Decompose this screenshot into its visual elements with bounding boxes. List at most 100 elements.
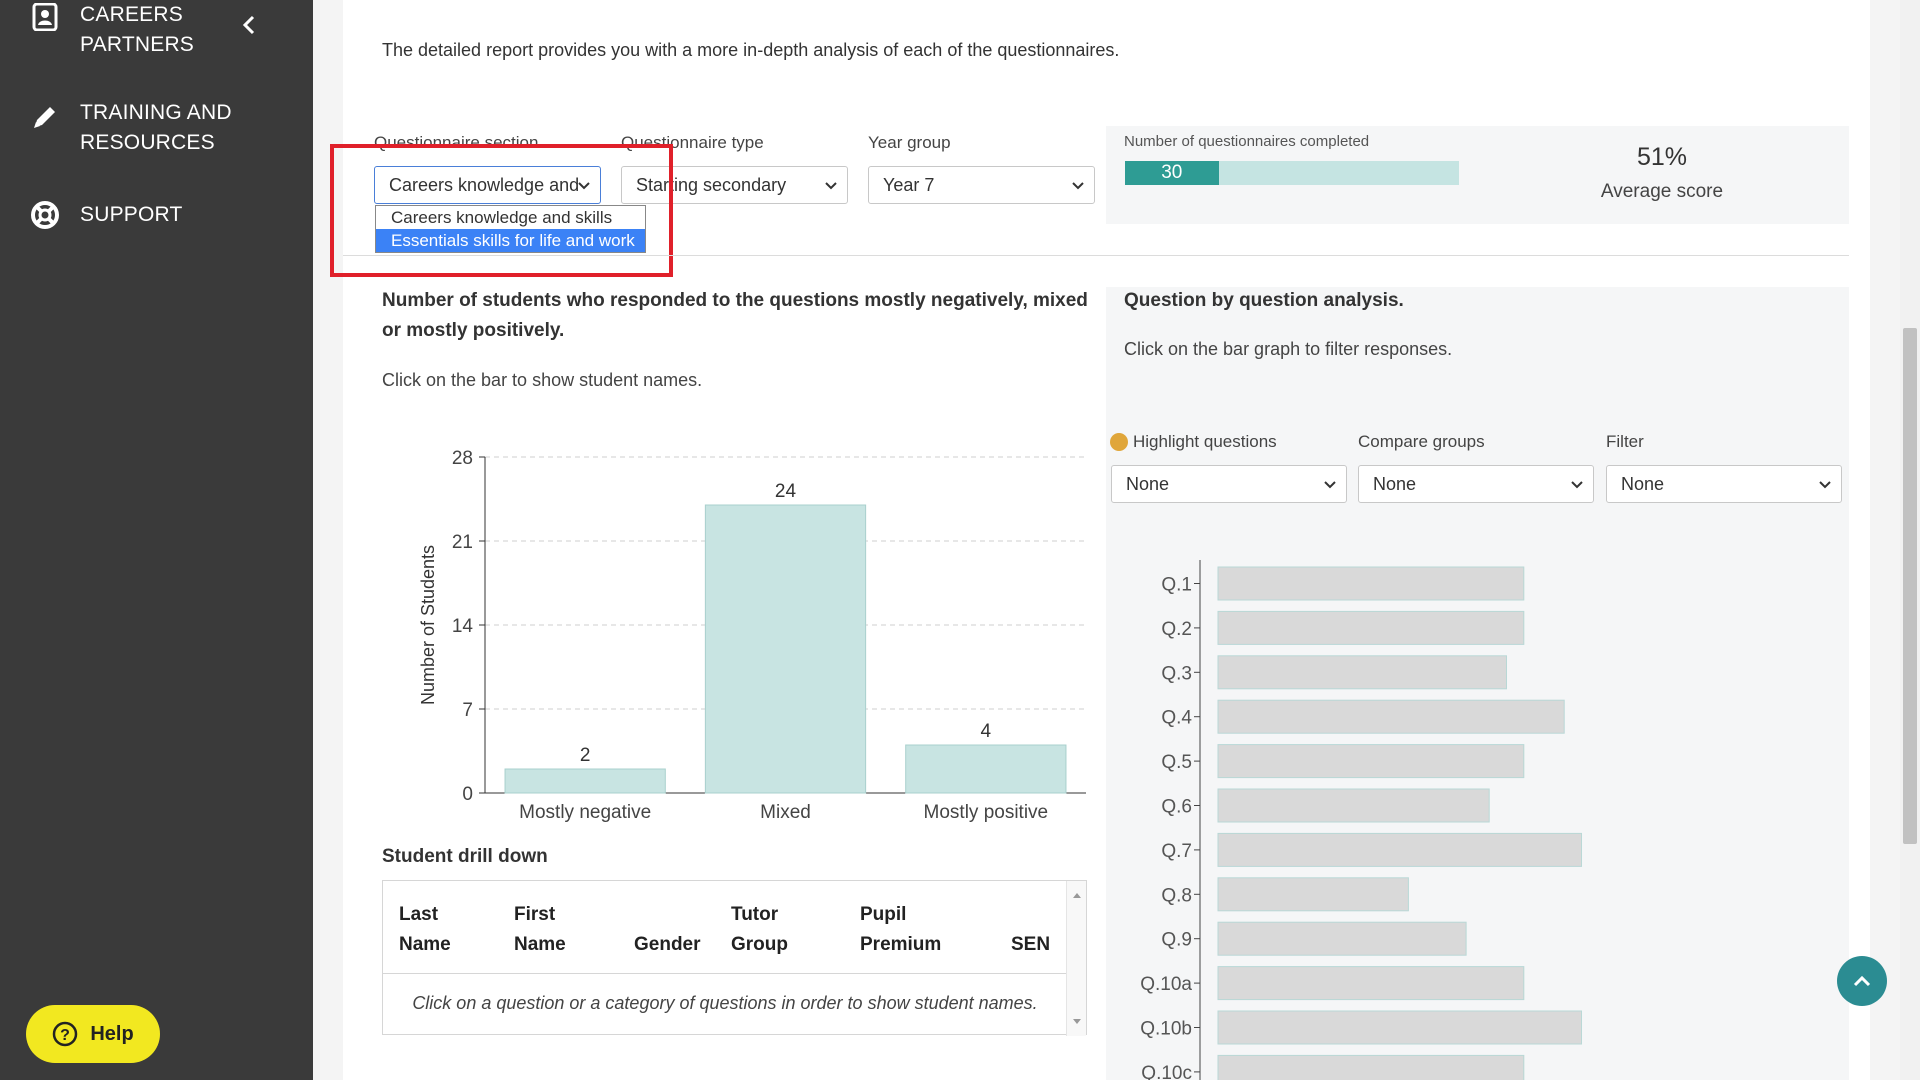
question-bar-q10c [1217,1054,1525,1080]
y-tick-label: 14 [452,616,474,637]
column-label: Gender [634,934,701,955]
column-label: Name [514,934,566,955]
filter-select[interactable]: None [1606,465,1842,503]
question-bar-q2 [1217,610,1525,645]
sidebar-item-support[interactable]: SUPPORT [0,198,313,232]
column-tutor-group[interactable]: Tutor Group [731,900,788,960]
y-tick-label: 7 [462,700,473,721]
question-label: Q.2 [1161,619,1192,640]
analysis-hint: Click on the bar graph to filter respons… [1124,339,1453,359]
column-label: Premium [860,934,942,955]
question-bar-q6 [1217,788,1490,823]
bar-data-label: 24 [775,481,797,502]
question-circle-icon: ? [53,1021,78,1047]
question-label: Q.7 [1161,841,1192,862]
column-label: Last [399,904,439,925]
bar-mostly-positive [905,744,1067,794]
sidebar-item-label: PARTNERS [80,33,195,56]
highlight-questions-select[interactable]: None [1111,465,1347,503]
select-value: None [1373,473,1417,494]
question-bar-q5 [1217,744,1525,779]
table-scrollbar[interactable] [1066,881,1086,1036]
help-button[interactable]: ? Help [26,1005,160,1063]
column-sen[interactable]: SEN [1011,930,1050,960]
select-value: Year 7 [883,174,935,195]
question-bar-q7 [1217,832,1583,867]
chevron-left-icon [242,15,255,35]
compare-groups-select[interactable]: None [1358,465,1594,503]
responses-hint: Click on the bar to show student names. [382,370,703,390]
select-value: None [1621,473,1665,494]
y-tick-label: 28 [452,448,473,469]
column-label: Pupil [860,904,907,925]
drilldown-table-header: Last Name First Name Gender Tutor Group Pup… [383,881,1067,974]
drilldown-empty-message: Click on a question or a category of que… [412,993,1038,1013]
year-group-select[interactable]: Year 7 [868,166,1095,204]
question-label: Q.1 [1161,575,1192,596]
completed-value: 30 [1161,162,1183,183]
bar-mixed [704,504,867,794]
bar-mostly-negative [504,768,666,794]
question-label: Q.5 [1161,752,1192,773]
y-tick-label: 0 [462,784,473,805]
bar-data-label: 4 [981,721,992,742]
question-label: Q.6 [1161,797,1192,818]
completed-label: Number of questionnaires completed [1124,133,1370,150]
column-pupil-premium[interactable]: Pupil Premium [860,900,941,960]
responses-title-line2: or mostly positively. [382,320,565,341]
x-category-label: Mixed [760,802,811,823]
svg-text:?: ? [60,1027,70,1044]
sidebar-item-label: RESOURCES [80,131,215,154]
chevron-down-icon [1819,481,1831,489]
y-axis-label: Number of Students [418,545,438,705]
question-bar-q10a [1217,966,1525,1001]
sidebar-item-training-and-resources[interactable]: TRAINING AND RESOURCES [0,98,313,158]
average-score-label: Average score [1600,181,1724,202]
responses-title-line1: Number of students who responded to the … [382,290,1088,311]
responses-bar-chart[interactable]: 0 7 14 21 28 Number of Students 2 Mostly negati… [410,440,1100,830]
question-label: Q.4 [1161,708,1192,729]
column-label: SEN [1011,934,1051,955]
sidebar-item-careers-partners[interactable]: CAREERS PARTNERS [0,0,313,60]
drilldown-table: Last Name First Name Gender Tutor Group Pup… [382,880,1087,1036]
average-score-value: 51% [1636,143,1688,171]
page-scrollbar-thumb[interactable] [1903,328,1917,844]
year-group-label: Year group [868,133,951,152]
column-label: Name [399,934,451,955]
sidebar-item-label: TRAINING AND [80,101,232,124]
column-gender[interactable]: Gender [634,930,701,960]
chevron-up-icon [1853,975,1871,987]
column-first-name[interactable]: First Name [514,900,566,960]
bar-data-label: 2 [580,745,591,766]
compare-groups-label: Compare groups [1358,432,1485,451]
question-label: Q.3 [1161,663,1192,684]
chevron-down-icon [1571,481,1583,489]
sidebar-item-label: CAREERS [80,3,183,26]
question-label: Q.10c [1141,1063,1192,1080]
column-label: Group [731,934,788,955]
collapse-sidebar-button[interactable] [238,10,260,40]
section-divider [343,255,1849,256]
question-label: Q.8 [1161,885,1192,906]
scroll-to-top-button[interactable] [1837,956,1887,1006]
help-label: Help [90,1022,134,1045]
completed-progress-fill: 30 [1125,161,1219,185]
drilldown-title: Student drill down [382,846,548,867]
content-gutter-right [1870,0,1900,1080]
question-bar-q8 [1217,877,1409,912]
intro-text: The detailed report provides you with a … [382,40,1120,60]
filter-label: Filter [1606,432,1644,451]
question-bar-q10b [1217,1010,1583,1045]
question-bar-q1 [1217,566,1525,601]
question-bar-q4 [1217,699,1565,734]
select-value: None [1126,473,1170,494]
pencil-icon [28,100,62,134]
analysis-title: Question by question analysis. [1124,290,1404,311]
contact-card-icon [28,0,62,34]
scroll-arrows-icon [1073,893,1081,1024]
chevron-down-icon [1324,481,1336,489]
question-bar-q3 [1217,655,1507,690]
column-label: Tutor [731,904,779,925]
column-last-name[interactable]: Last Name [399,900,451,960]
question-bar-chart[interactable]: Q.1 Q.2 Q.3 Q.4 Q.5 Q.6 Q.7 Q.8 Q.9 Q.10a Q.10b Q.1… [1120,560,1620,1080]
